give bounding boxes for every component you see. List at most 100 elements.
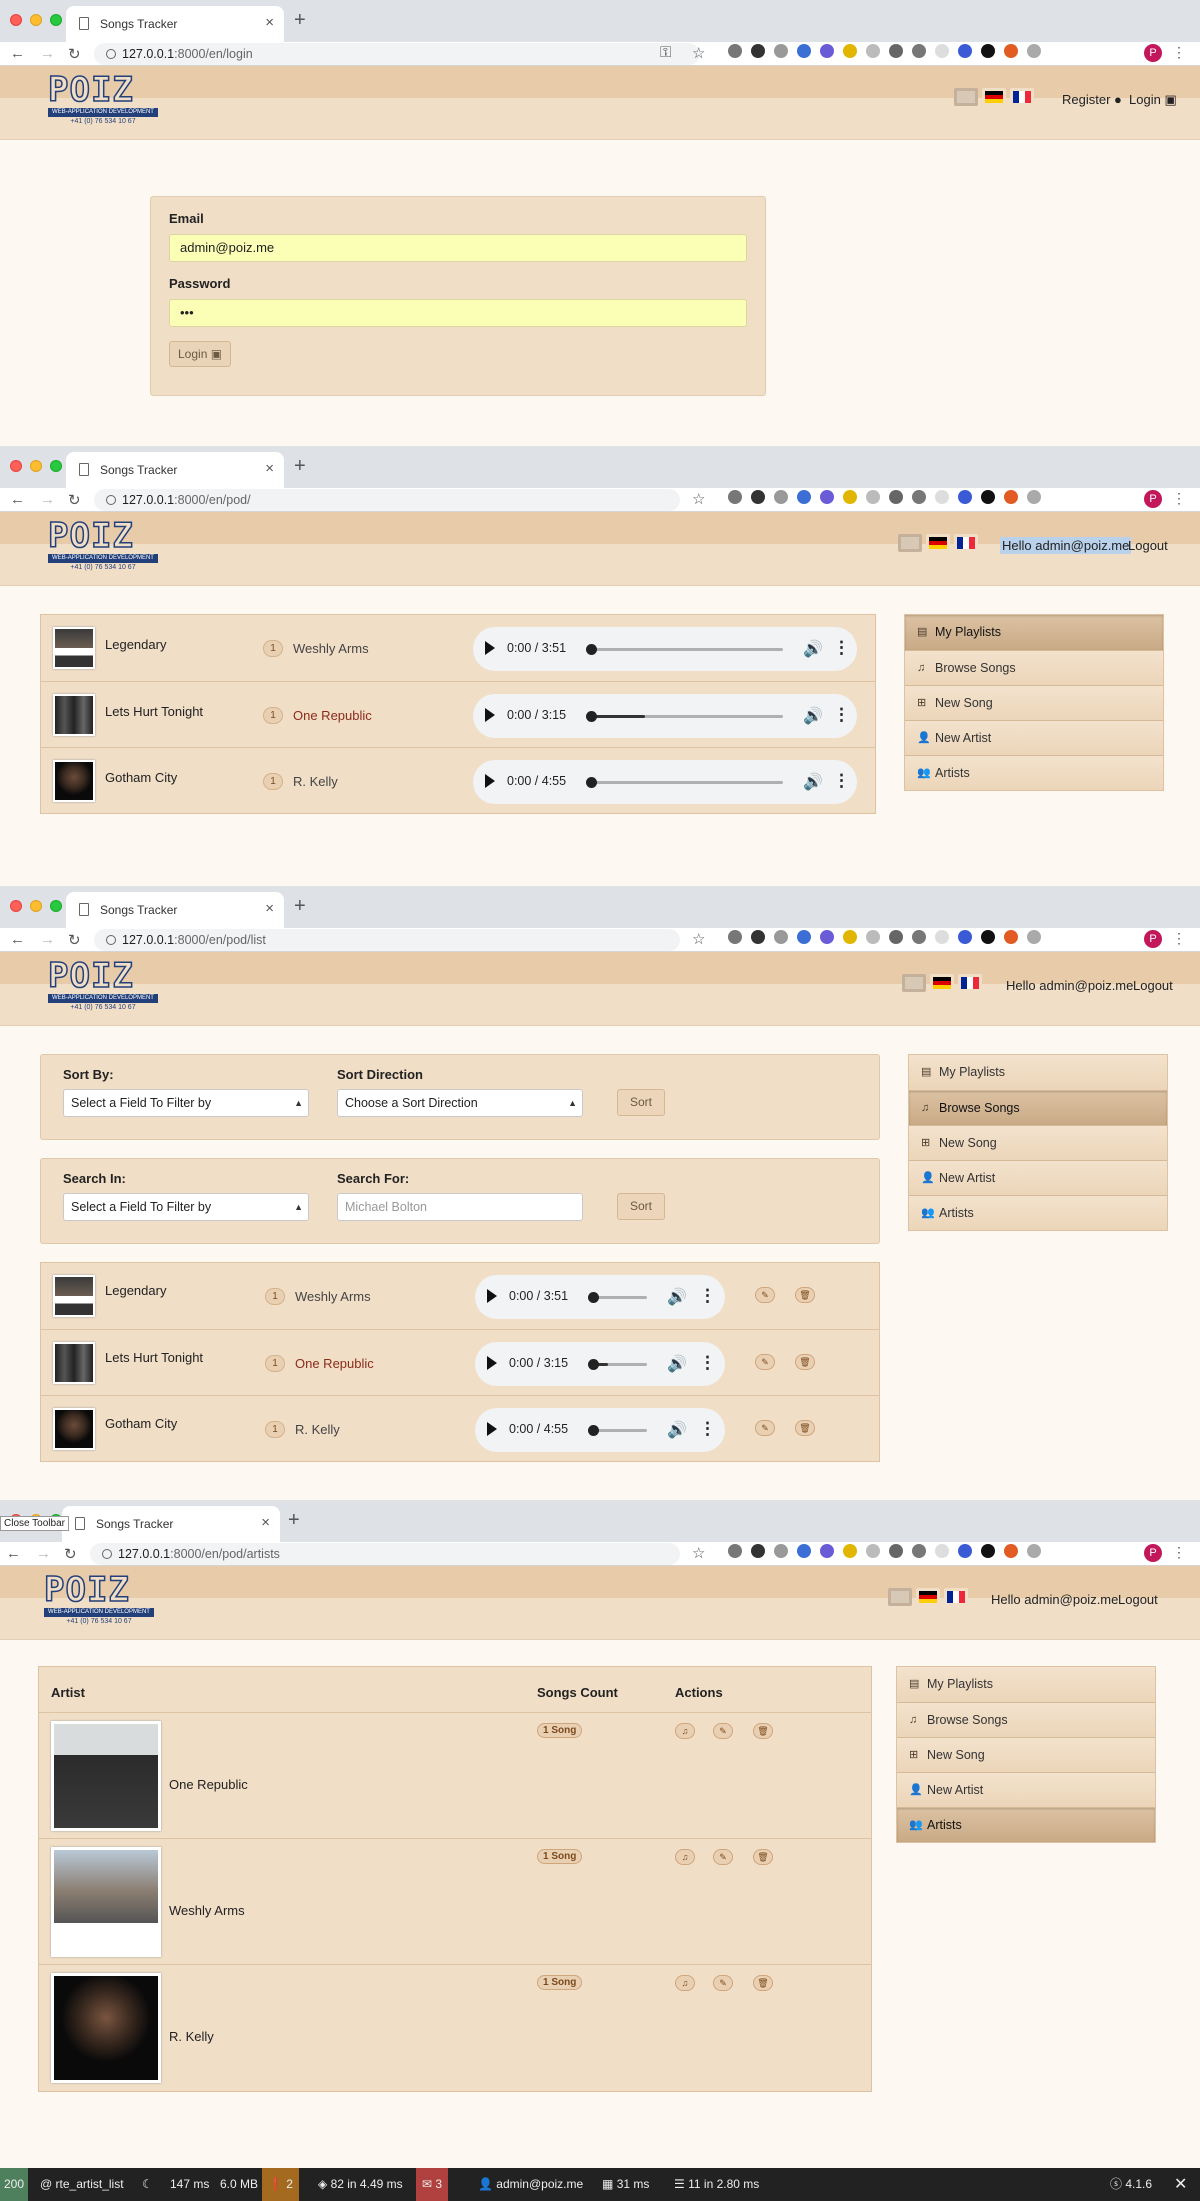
route-name[interactable]: @ rte_artist_list <box>34 2168 130 2201</box>
seek-knob[interactable] <box>588 1425 599 1436</box>
cache-panel[interactable]: ☰ 11 in 2.80 ms <box>668 2168 765 2201</box>
more-options-icon[interactable]: ⋮ <box>833 705 850 725</box>
warnings-panel[interactable]: ❗ 2 <box>262 2168 299 2201</box>
key-icon[interactable]: ⚿ <box>660 44 671 61</box>
flag-de-icon[interactable] <box>916 1588 940 1606</box>
poiz-logo[interactable]: POIZ WEB-APPLICATION DEVELOPMENT +41 (0) 7… <box>47 957 158 1014</box>
url-input[interactable]: 127.0.0.1:8000/en/login <box>94 43 700 65</box>
url-input[interactable]: 127.0.0.1:8000/en/pod/list <box>94 929 680 951</box>
errors-panel[interactable]: ✉ 3 <box>416 2168 449 2201</box>
logout-link[interactable]: Logout <box>1118 1592 1158 1607</box>
delete-button[interactable]: 🗑 <box>753 1849 773 1865</box>
bookmark-star-icon[interactable]: ☆ <box>692 490 705 508</box>
sidebar-item-new-artist[interactable]: 👤 New Artist <box>897 1772 1155 1807</box>
login-link[interactable]: Login ▣ <box>1129 92 1177 108</box>
edit-button[interactable]: ✎ <box>755 1420 775 1436</box>
more-options-icon[interactable]: ⋮ <box>699 1353 716 1373</box>
reload-icon[interactable]: ↻ <box>68 45 81 63</box>
flag-en-icon[interactable] <box>888 1588 912 1606</box>
url-input[interactable]: 127.0.0.1:8000/en/pod/artists <box>90 1543 680 1565</box>
extensions[interactable] <box>728 930 1041 944</box>
seek-bar[interactable] <box>591 781 783 784</box>
url-input[interactable]: 127.0.0.1:8000/en/pod/ <box>94 489 680 511</box>
delete-button[interactable]: 🗑 <box>795 1354 815 1370</box>
play-icon[interactable] <box>487 1289 497 1303</box>
password-field[interactable]: ••• <box>169 299 747 327</box>
sort-direction-select[interactable]: Choose a Sort Direction ▲ <box>337 1089 583 1117</box>
seek-knob[interactable] <box>588 1292 599 1303</box>
delete-button[interactable]: 🗑 <box>795 1287 815 1303</box>
close-tab-icon[interactable]: × <box>265 460 274 477</box>
artist-name[interactable]: R. Kelly <box>293 774 338 789</box>
twig-panel[interactable]: ◈ 82 in 4.49 ms <box>312 2168 409 2201</box>
sidebar-item-browse-songs[interactable]: ♫ Browse Songs <box>897 1702 1155 1737</box>
artist-name[interactable]: Weshly Arms <box>169 1903 245 1918</box>
delete-button[interactable]: 🗑 <box>753 1723 773 1739</box>
close-tab-icon[interactable]: × <box>265 900 274 917</box>
new-tab-icon[interactable]: + <box>294 455 306 478</box>
user-panel[interactable]: 👤 admin@poiz.me <box>472 2168 589 2201</box>
browser-tab[interactable]: Songs Tracker × <box>62 1506 280 1542</box>
play-icon[interactable] <box>485 708 495 722</box>
reload-icon[interactable]: ↻ <box>68 491 81 509</box>
forward-icon[interactable]: → <box>40 491 55 508</box>
flag-fr-icon[interactable] <box>958 974 982 992</box>
seek-knob[interactable] <box>586 644 597 655</box>
artist-name[interactable]: One Republic <box>295 1356 374 1371</box>
more-options-icon[interactable]: ⋮ <box>833 771 850 791</box>
sidebar-item-artists[interactable]: 👥 Artists <box>897 1807 1155 1842</box>
symfony-version[interactable]: ⓢ 4.1.6 <box>1104 2168 1158 2201</box>
artist-name[interactable]: Weshly Arms <box>295 1289 371 1304</box>
close-tab-icon[interactable]: × <box>261 1514 270 1531</box>
edit-button[interactable]: ✎ <box>755 1354 775 1370</box>
songs-button[interactable]: ♫ <box>675 1975 695 1991</box>
browser-tab[interactable]: Songs Tracker × <box>66 6 284 42</box>
reload-icon[interactable]: ↻ <box>68 931 81 949</box>
back-icon[interactable]: ← <box>10 931 25 948</box>
play-icon[interactable] <box>485 641 495 655</box>
sidebar-item-browse-songs[interactable]: ♫ Browse Songs <box>905 650 1163 685</box>
back-icon[interactable]: ← <box>6 1545 21 1562</box>
edit-button[interactable]: ✎ <box>713 1723 733 1739</box>
profile-avatar[interactable]: P <box>1144 44 1162 62</box>
browser-tab[interactable]: Songs Tracker × <box>66 892 284 928</box>
sidebar-item-artists[interactable]: 👥 Artists <box>909 1195 1167 1230</box>
artist-name[interactable]: One Republic <box>169 1777 248 1792</box>
volume-icon[interactable]: 🔊 <box>667 1420 687 1440</box>
volume-icon[interactable]: 🔊 <box>803 639 823 659</box>
seek-bar[interactable] <box>593 1363 647 1366</box>
browser-menu-icon[interactable]: ⋮ <box>1172 490 1186 507</box>
sidebar-item-new-song[interactable]: ⊞ New Song <box>897 1737 1155 1772</box>
flag-en-icon[interactable] <box>954 88 978 106</box>
browser-tab[interactable]: Songs Tracker × <box>66 452 284 488</box>
artist-name[interactable]: Weshly Arms <box>293 641 369 656</box>
artist-name[interactable]: One Republic <box>293 708 372 723</box>
seek-knob[interactable] <box>586 777 597 788</box>
search-for-input[interactable]: Michael Bolton <box>337 1193 583 1221</box>
register-link[interactable]: Register ● <box>1062 92 1122 107</box>
extensions[interactable] <box>728 490 1041 504</box>
seek-bar[interactable] <box>591 648 783 651</box>
artist-name[interactable]: R. Kelly <box>169 2029 214 2044</box>
seek-knob[interactable] <box>586 711 597 722</box>
seek-bar[interactable] <box>593 1296 647 1299</box>
sidebar-item-new-song[interactable]: ⊞ New Song <box>905 685 1163 720</box>
flag-fr-icon[interactable] <box>954 534 978 552</box>
more-options-icon[interactable]: ⋮ <box>699 1286 716 1306</box>
sort-button[interactable]: Sort <box>617 1089 665 1116</box>
forward-icon[interactable]: → <box>36 1545 51 1562</box>
sidebar-item-new-song[interactable]: ⊞ New Song <box>909 1125 1167 1160</box>
sidebar-item-my-playlists[interactable]: ▤ My Playlists <box>897 1667 1155 1702</box>
delete-button[interactable]: 🗑 <box>753 1975 773 1991</box>
flag-de-icon[interactable] <box>930 974 954 992</box>
more-options-icon[interactable]: ⋮ <box>833 638 850 658</box>
extensions[interactable] <box>728 1544 1041 1558</box>
seek-knob[interactable] <box>588 1359 599 1370</box>
forward-icon[interactable]: → <box>40 931 55 948</box>
edit-button[interactable]: ✎ <box>713 1849 733 1865</box>
sidebar-item-new-artist[interactable]: 👤 New Artist <box>905 720 1163 755</box>
sort-by-select[interactable]: Select a Field To Filter by ▲ <box>63 1089 309 1117</box>
volume-icon[interactable]: 🔊 <box>667 1354 687 1374</box>
volume-icon[interactable]: 🔊 <box>803 772 823 792</box>
play-icon[interactable] <box>487 1356 497 1370</box>
